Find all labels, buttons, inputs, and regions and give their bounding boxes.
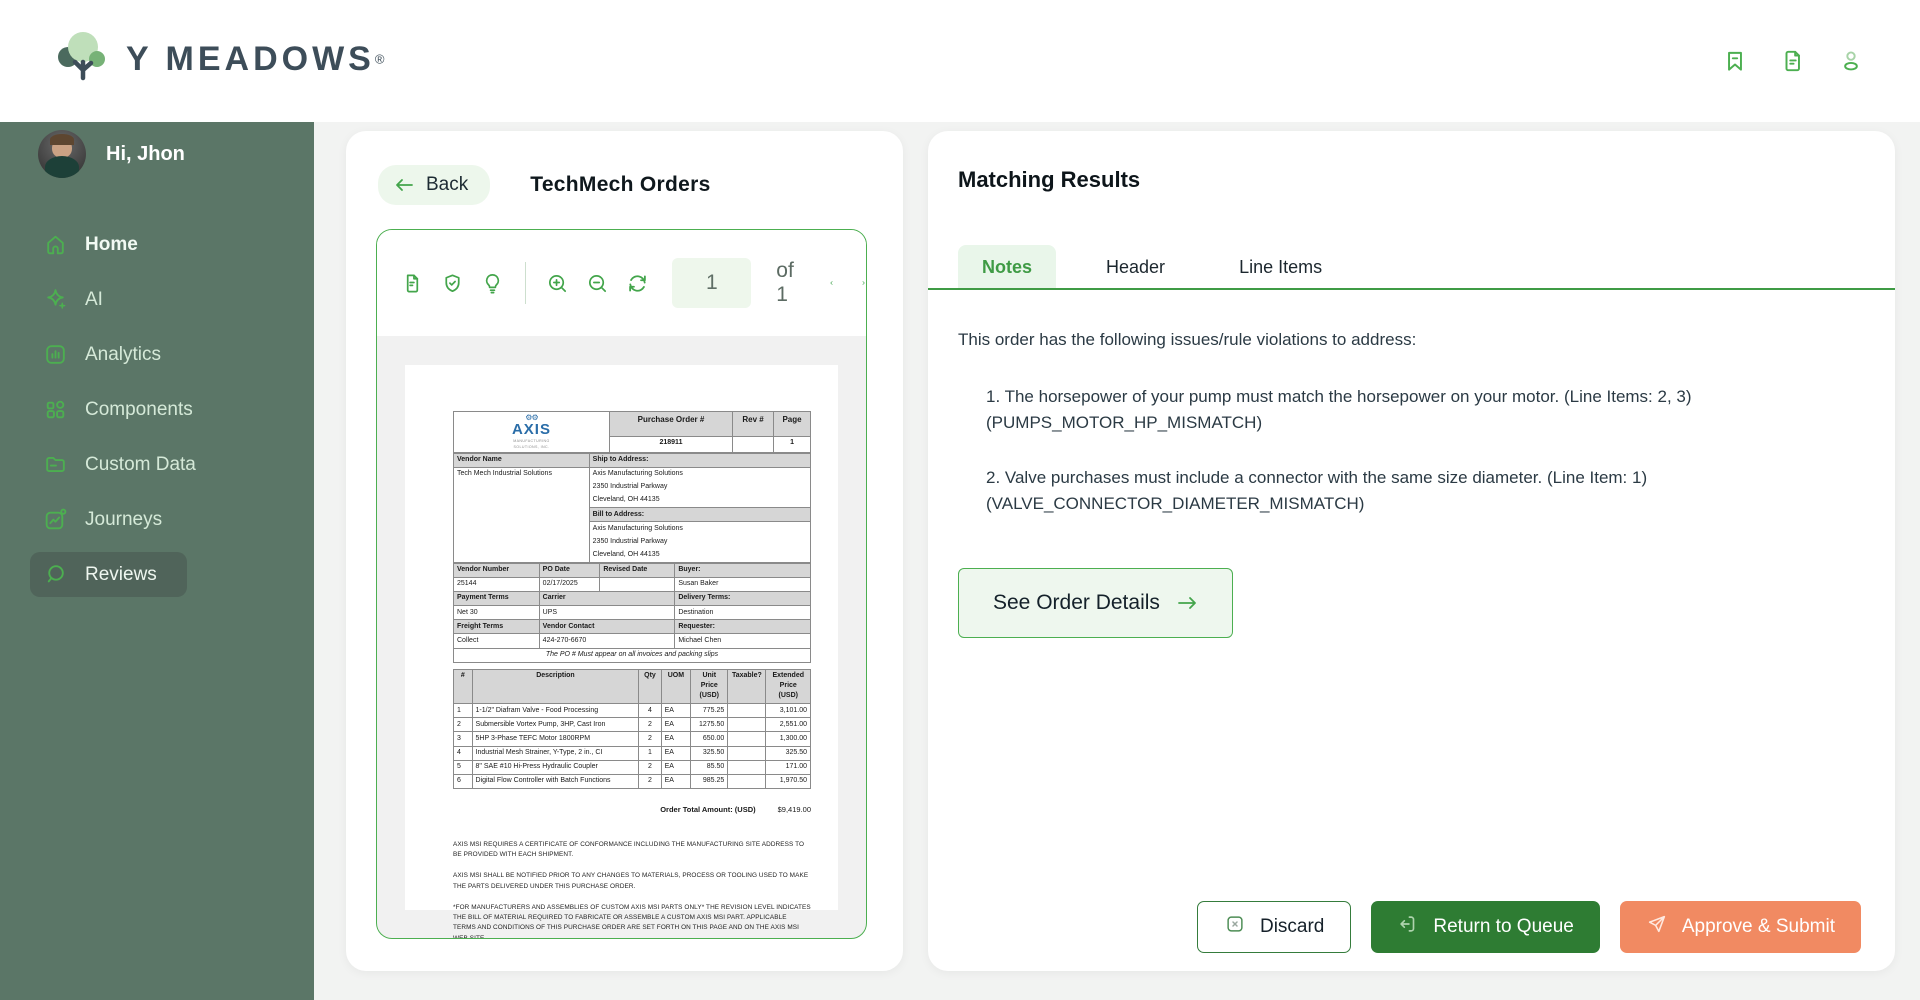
zoom-out-icon[interactable] xyxy=(586,272,609,295)
action-buttons: Discard Return to Queue Approve & Submit xyxy=(1197,901,1861,953)
document-canvas: ⚙⚙ AXIS MANUFACTURING SOLUTIONS, INC. Pu… xyxy=(377,336,866,939)
avatar[interactable] xyxy=(38,130,86,178)
file-icon[interactable] xyxy=(401,272,424,295)
results-tabs: Notes Header Line Items xyxy=(958,245,1861,290)
refresh-icon[interactable] xyxy=(626,272,649,295)
user-icon[interactable] xyxy=(1838,48,1864,74)
rule-code: (VALVE_CONNECTOR_DIAMETER_MISMATCH) xyxy=(986,491,1718,517)
po-rev xyxy=(733,436,774,452)
po-footnotes: AXIS MSI REQUIRES A CERTIFICATE OF CONFO… xyxy=(453,840,811,939)
page-count-label: of 1 xyxy=(776,259,794,307)
results-title: Matching Results xyxy=(958,167,1861,193)
sidebar-item-journeys[interactable]: Journeys xyxy=(30,497,192,542)
po-line-items-table: # Description Qty UOM Unit Price (USD) T… xyxy=(453,669,811,789)
axis-logo: ⚙⚙ AXIS MANUFACTURING SOLUTIONS, INC. xyxy=(454,412,610,453)
list-item: 2. Valve purchases must include a connec… xyxy=(986,465,1718,516)
matching-results-card: Matching Results Notes Header Line Items… xyxy=(928,131,1895,971)
chevron-left-icon[interactable] xyxy=(829,274,834,292)
discard-label: Discard xyxy=(1260,916,1324,938)
sidebar-item-custom-data[interactable]: Custom Data xyxy=(30,442,226,487)
close-box-icon xyxy=(1224,913,1246,941)
send-icon xyxy=(1646,913,1668,941)
user-greeting: Hi, Jhon xyxy=(106,143,185,166)
order-total-label: Order Total Amount: (USD) xyxy=(660,805,755,814)
order-total-value: $9,419.00 xyxy=(778,805,811,814)
viewer-toolbar: of 1 xyxy=(377,230,866,336)
rule-code: (PUMPS_MOTOR_HP_MISMATCH) xyxy=(986,410,1718,436)
sidebar-item-label: Custom Data xyxy=(85,454,196,476)
issues-list: 1. The horsepower of your pump must matc… xyxy=(958,384,1718,516)
bookmark-icon[interactable] xyxy=(1722,48,1748,74)
table-row: 4Industrial Mesh Strainer, Y-Type, 2 in.… xyxy=(454,746,811,760)
return-to-queue-label: Return to Queue xyxy=(1433,916,1573,938)
page-title: TechMech Orders xyxy=(530,173,710,197)
sparkle-icon xyxy=(43,287,68,312)
document-viewer-card: Back TechMech Orders xyxy=(346,131,903,971)
arrow-left-icon xyxy=(394,177,414,193)
back-button[interactable]: Back xyxy=(378,165,490,205)
arrow-right-icon xyxy=(1176,594,1198,612)
brand-logo: Y MEADOWS® xyxy=(56,30,384,92)
sidebar-item-label: AI xyxy=(85,289,103,311)
tabs-underline xyxy=(928,288,1895,290)
approve-submit-label: Approve & Submit xyxy=(1682,916,1835,938)
back-label: Back xyxy=(426,174,468,196)
po-header-table: ⚙⚙ AXIS MANUFACTURING SOLUTIONS, INC. Pu… xyxy=(453,411,811,453)
sidebar: Hi, Jhon Home AI xyxy=(0,122,314,1000)
sidebar-item-label: Journeys xyxy=(85,509,162,531)
tab-line-items[interactable]: Line Items xyxy=(1215,245,1346,290)
return-to-queue-button[interactable]: Return to Queue xyxy=(1371,901,1599,953)
po-number: 218911 xyxy=(609,436,732,452)
po-page-num: 1 xyxy=(774,436,811,452)
tab-header[interactable]: Header xyxy=(1082,245,1189,290)
tree-logo-icon xyxy=(56,30,112,92)
sidebar-item-reviews[interactable]: Reviews xyxy=(30,552,187,597)
sidebar-item-home[interactable]: Home xyxy=(30,222,168,267)
sidebar-item-components[interactable]: Components xyxy=(30,387,223,432)
folder-icon xyxy=(43,452,68,477)
components-icon xyxy=(43,397,68,422)
see-order-details-button[interactable]: See Order Details xyxy=(958,568,1233,638)
table-row: 6Digital Flow Controller with Batch Func… xyxy=(454,774,811,788)
po-address-table: Vendor Name Ship to Address: Tech Mech I… xyxy=(453,453,811,563)
table-row: 2Submersible Vortex Pump, 3HP, Cast Iron… xyxy=(454,718,811,732)
shield-check-icon[interactable] xyxy=(441,272,464,295)
sidebar-item-label: Home xyxy=(85,234,138,256)
pdf-viewer: of 1 ⚙⚙ AXIS MANUFACTURING SOLUTIONS, IN… xyxy=(376,229,867,939)
zoom-in-icon[interactable] xyxy=(546,272,569,295)
home-icon xyxy=(43,232,68,257)
loupe-icon xyxy=(43,562,68,587)
vendor-name: Tech Mech Industrial Solutions xyxy=(454,467,590,562)
brand-name: Y MEADOWS xyxy=(126,40,375,78)
see-order-details-label: See Order Details xyxy=(993,591,1160,615)
table-row: 35HP 3-Phase TEFC Motor 1800RPM 2EA 650.… xyxy=(454,732,811,746)
lightbulb-icon[interactable] xyxy=(481,272,504,295)
po-terms-table: Vendor Number PO Date Revised Date Buyer… xyxy=(453,563,811,663)
top-header: Y MEADOWS® xyxy=(0,0,1920,122)
table-row: 11-1/2" Diafram Valve - Food Processing … xyxy=(454,704,811,718)
journeys-icon xyxy=(43,507,68,532)
analytics-icon xyxy=(43,342,68,367)
document-icon[interactable] xyxy=(1780,48,1806,74)
purchase-order-page: ⚙⚙ AXIS MANUFACTURING SOLUTIONS, INC. Pu… xyxy=(405,365,838,910)
sidebar-item-analytics[interactable]: Analytics xyxy=(30,332,191,377)
registered-mark: ® xyxy=(375,52,385,67)
page-number-input[interactable] xyxy=(672,258,751,308)
list-item: 1. The horsepower of your pump must matc… xyxy=(986,384,1718,435)
sidebar-item-ai[interactable]: AI xyxy=(30,277,133,322)
discard-button[interactable]: Discard xyxy=(1197,901,1351,953)
issues-intro: This order has the following issues/rule… xyxy=(958,330,1861,350)
sidebar-item-label: Analytics xyxy=(85,344,161,366)
tab-notes[interactable]: Notes xyxy=(958,245,1056,290)
approve-submit-button[interactable]: Approve & Submit xyxy=(1620,901,1861,953)
sidebar-item-label: Components xyxy=(85,399,193,421)
chevron-right-icon[interactable] xyxy=(861,274,866,292)
return-arrow-icon xyxy=(1397,913,1419,941)
sidebar-item-label: Reviews xyxy=(85,564,157,586)
table-row: 58" SAE #10 Hi-Press Hydraulic Coupler 2… xyxy=(454,760,811,774)
